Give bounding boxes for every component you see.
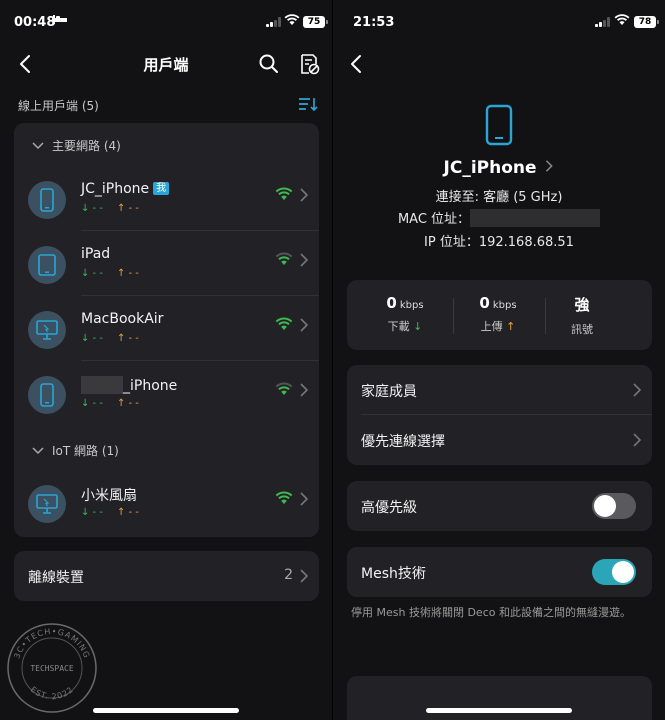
mac-address-row: MAC 位址： [333,208,665,227]
client-detail-screen: 21:53 78 JC_iPhone 連接至: 客廳 (5 GHz) MAC 位… [333,0,665,720]
wifi-strong-icon [275,187,293,200]
download-stat: 0 kbps 下載 ↓ [386,294,424,333]
page-title: 用戶端 [143,56,189,74]
mesh-label: Mesh技術 [361,566,426,582]
main-network-group[interactable]: 主要網路 (4) [32,137,121,154]
client-name: _iPhone [81,376,177,394]
high-priority-toggle[interactable] [592,493,636,519]
redacted-block [81,376,123,394]
svg-text:EST. 2022: EST. 2022 [29,685,76,702]
me-badge: 我 [153,182,170,195]
cellular-signal-icon [266,17,281,27]
wifi-strong-icon [275,491,293,504]
chevron-right-icon [546,160,554,172]
client-row-mi-fan[interactable]: 小米風扇 ↓ - - ↑ - - [14,471,319,535]
wifi-medium-icon [275,252,293,265]
iot-network-label: IoT 網路 (1) [52,444,119,458]
settings-card: 家庭成員 優先連線選擇 [347,365,652,465]
wifi-status-icon [284,14,300,25]
client-row-ipad[interactable]: iPad ↓ - - ↑ - - [14,232,319,296]
chevron-right-icon [633,383,642,397]
client-rates: ↓ - - ↑ - - [81,398,139,409]
family-members-label: 家庭成員 [361,384,417,400]
mesh-row: Mesh技術 [347,547,652,597]
back-icon[interactable] [345,52,369,76]
mesh-toggle[interactable] [592,559,636,585]
family-members-row[interactable]: 家庭成員 [347,365,652,415]
client-name: iPad [81,246,111,262]
offline-devices-row[interactable]: 離線裝置 2 [14,551,319,601]
battery-icon: 75 [303,16,328,28]
clients-card: 主要網路 (4) JC_iPhone 我 ↓ - - ↑ - - iPad ↓ - … [14,123,319,537]
signal-stat: 強 訊號 [571,296,593,336]
chevron-right-icon [300,383,309,397]
client-row-macbookair[interactable]: MacBookAir ↓ - - ↑ - - [14,297,319,361]
block-list-icon[interactable] [297,52,321,76]
battery-icon: 78 [634,16,659,28]
chevron-right-icon [300,318,309,332]
client-rates: ↓ - - ↑ - - [81,507,139,518]
ip-address: IP 位址：192.168.68.51 [424,235,574,250]
client-name: 小米風扇 [81,488,137,504]
svg-text:TECHSPACE: TECHSPACE [30,664,74,673]
chevron-right-icon [633,433,642,447]
chevron-right-icon [300,492,309,506]
home-indicator[interactable] [426,708,572,713]
client-row-jc-iphone[interactable]: JC_iPhone 我 ↓ - - ↑ - - [14,167,319,231]
svg-text:3C•TECH•GAMING: 3C•TECH•GAMING [12,627,91,660]
offline-devices-label: 離線裝置 [28,570,84,586]
next-card [347,676,652,720]
online-clients-label: 線上用戶端 (5) [18,99,99,113]
status-bar: 00:48 75 [0,0,332,44]
iot-network-group[interactable]: IoT 網路 (1) [32,442,119,459]
iphone-icon [485,104,513,146]
client-rates: ↓ - - ↑ - - [81,203,139,214]
high-priority-label: 高優先級 [361,500,417,516]
device-name: JC_iPhone [443,158,537,178]
clients-screen: 00:48 75 用戶端 線上用戶端 (5) 主要網路 (4) JC_iPhon… [0,0,332,720]
wifi-status-icon [614,14,630,25]
status-bar: 21:53 78 [333,0,665,44]
client-row-iphone[interactable]: _iPhone ↓ - - ↑ - - [14,362,319,426]
mac-label: MAC 位址： [397,212,471,227]
offline-count: 2 [284,567,293,583]
cellular-signal-icon [595,17,610,27]
main-network-label: 主要網路 (4) [52,139,121,153]
wifi-medium-icon [275,382,293,395]
redacted-block [470,209,601,227]
status-time: 00:48 [14,15,56,30]
iphone-icon [28,181,66,219]
techspace-watermark-logo: 3C•TECH•GAMING TECHSPACE EST. 2022 [7,623,97,713]
sort-icon[interactable] [298,96,318,112]
client-rates: ↓ - - ↑ - - [81,333,139,344]
home-indicator[interactable] [93,708,239,713]
ipad-icon [28,246,66,284]
device-name-row[interactable]: JC_iPhone [333,158,665,178]
monitor-icon [28,311,66,349]
client-name: JC_iPhone 我 [81,181,170,197]
chevron-down-icon [32,446,44,454]
client-name: MacBookAir [81,311,164,327]
iphone-icon [28,376,66,414]
high-priority-row: 高優先級 [347,481,652,531]
chevron-right-icon [300,188,309,202]
client-rates: ↓ - - ↑ - - [81,268,139,279]
connected-to: 連接至: 客廳 (5 GHz) [435,190,563,205]
chevron-down-icon [32,141,44,149]
priority-connection-label: 優先連線選擇 [361,434,445,450]
upload-stat: 0 kbps 上傳 ↑ [479,294,517,333]
wifi-strong-icon [275,317,293,330]
search-icon[interactable] [257,52,281,76]
mesh-hint: 停用 Mesh 技術將關閉 Deco 和此設備之間的無縫漫遊。 [351,606,631,619]
monitor-icon [28,485,66,523]
chevron-right-icon [300,253,309,267]
status-time: 21:53 [353,15,395,30]
chevron-right-icon [300,569,309,583]
sleep-icon [53,15,67,24]
priority-connection-row[interactable]: 優先連線選擇 [347,415,652,465]
